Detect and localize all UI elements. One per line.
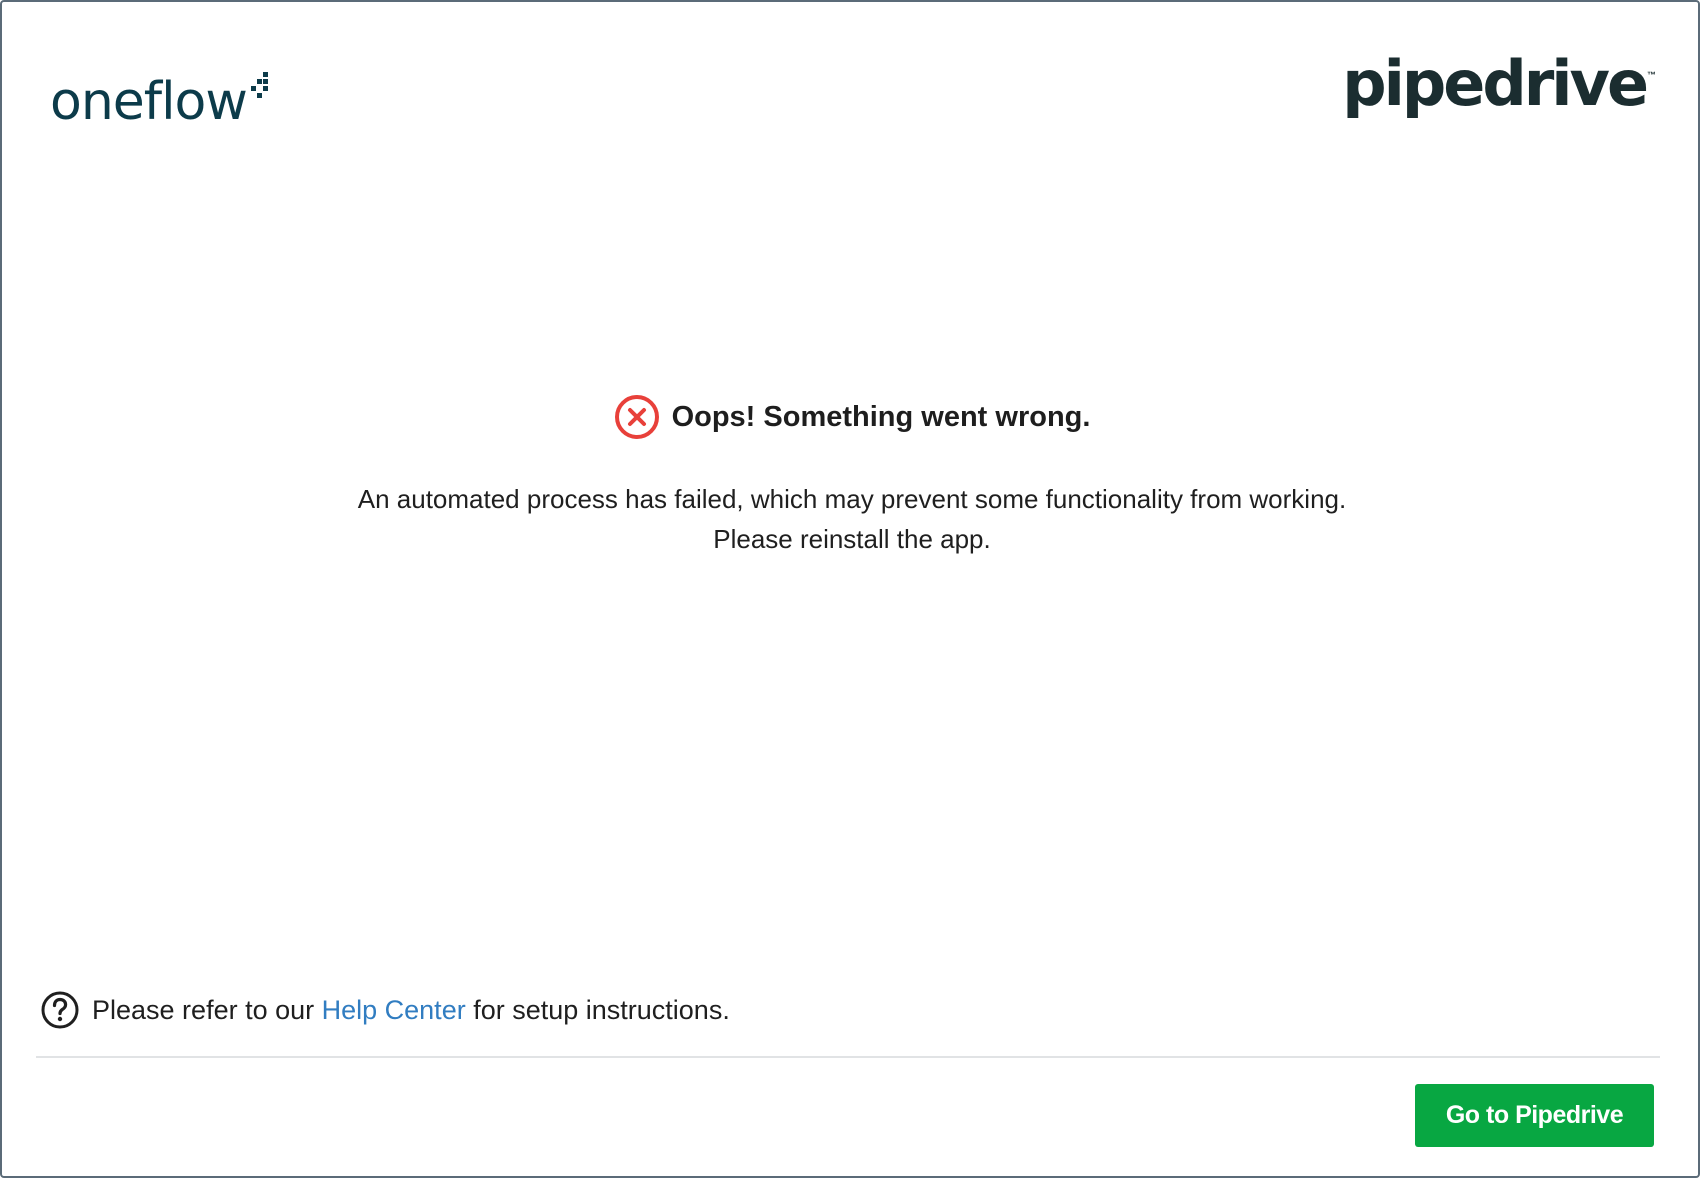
error-message-line-1: An automated process has failed, which m… [357, 484, 1347, 514]
question-circle-icon [41, 991, 79, 1029]
error-message-line-2: Please reinstall the app. [713, 524, 991, 554]
oneflow-logo: oneflow [50, 58, 269, 128]
help-text-prefix: Please refer to our [92, 994, 322, 1025]
pipedrive-logo-text: pipedrive [1342, 47, 1649, 120]
app-window: oneflow pipedrive ™ Oops! Something went… [0, 0, 1700, 1178]
oneflow-logo-text: oneflow [50, 72, 248, 132]
error-title: Oops! Something went wrong. [671, 400, 1091, 433]
help-note: Please refer to our Help Center for setu… [40, 990, 730, 1030]
pixel-dots-icon [250, 72, 268, 98]
error-panel: Oops! Something went wrong. An automated… [2, 394, 1700, 559]
trademark-mark: ™ [1647, 70, 1656, 80]
help-center-link[interactable]: Help Center [322, 995, 466, 1026]
error-title-row: Oops! Something went wrong. [614, 394, 1091, 440]
pipedrive-logo: pipedrive ™ [1342, 47, 1656, 120]
footer-divider [36, 1056, 1660, 1058]
go-to-pipedrive-button[interactable]: Go to Pipedrive [1415, 1084, 1654, 1147]
help-text-suffix: for setup instructions. [465, 994, 730, 1025]
error-circle-x-icon [614, 395, 659, 439]
error-message: An automated process has failed, which m… [2, 479, 1700, 559]
